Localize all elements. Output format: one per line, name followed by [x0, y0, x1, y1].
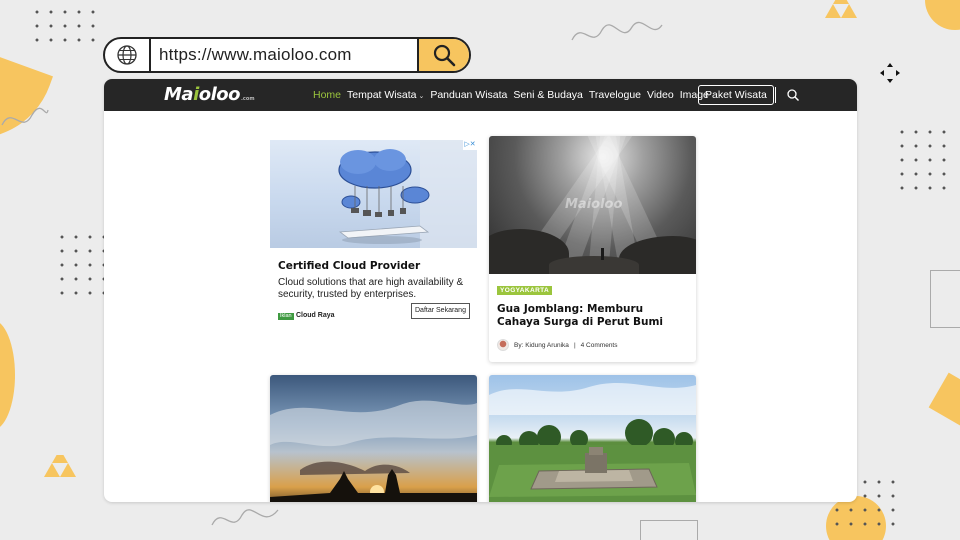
ad-banner[interactable]: ▷✕ Certified Cloud Provider Cloud soluti…: [270, 140, 477, 325]
nav-item-tempat-wisata[interactable]: Tempat Wisata ⌄: [347, 89, 424, 101]
ad-image[interactable]: ▷✕: [270, 140, 477, 248]
nav-item-seni-budaya[interactable]: Seni & Budaya: [513, 89, 582, 101]
browser-window: Maioloo.com Home Tempat Wisata ⌄ Panduan …: [104, 79, 857, 502]
decor-dots: [55, 230, 105, 300]
url-text[interactable]: https://www.maioloo.com: [151, 45, 417, 65]
search-icon: [433, 44, 456, 67]
main-menu: Home Tempat Wisata ⌄ Panduan Wisata Seni …: [313, 79, 709, 111]
article-title[interactable]: Gua Jomblang: Memburu Cahaya Surga di Pe…: [497, 303, 687, 329]
nav-item-video[interactable]: Video: [647, 89, 674, 101]
article-card[interactable]: [489, 375, 696, 502]
decor-squiggle: [1, 107, 49, 126]
article-image[interactable]: Maioloo: [489, 136, 696, 274]
decor-dots: [895, 125, 955, 190]
globe-icon: [105, 39, 151, 71]
ad-brand[interactable]: Cloud Raya: [296, 312, 335, 319]
category-badge[interactable]: YOGYAKARTA: [497, 286, 553, 295]
nav-item-travelogue[interactable]: Travelogue: [589, 89, 641, 101]
chevron-down-icon: ⌄: [418, 93, 425, 100]
decor-shape: [925, 0, 960, 30]
decor-shape: [0, 320, 15, 430]
article-card[interactable]: Maioloo YOGYAKARTA Gua Jomblang: Memburu…: [489, 136, 696, 362]
nav-search-icon[interactable]: [786, 88, 800, 102]
nav-item-home[interactable]: Home: [313, 89, 341, 101]
decor-triangles: [825, 0, 857, 18]
ad-description: Cloud solutions that are high availabili…: [278, 277, 464, 300]
decor-squiggle: [571, 21, 663, 41]
nav-item-panduan-wisata[interactable]: Panduan Wisata: [430, 89, 507, 101]
search-button[interactable]: [417, 39, 469, 71]
site-navbar: Maioloo.com Home Tempat Wisata ⌄ Panduan …: [104, 79, 857, 111]
address-bar[interactable]: https://www.maioloo.com: [103, 37, 471, 73]
decor-square: [640, 520, 698, 540]
move-arrows-icon: [880, 63, 900, 83]
ad-title[interactable]: Certified Cloud Provider: [278, 260, 477, 272]
ad-footer: Iklan Cloud Raya Daftar Sekarang: [278, 303, 477, 325]
decor-dots: [30, 5, 105, 50]
site-logo[interactable]: Maioloo.com: [164, 84, 255, 105]
article-meta: By: Kidung Arunika | 4 Comments: [497, 339, 696, 351]
decor-triangles: [44, 455, 76, 477]
ad-tag: Iklan: [278, 313, 294, 320]
article-image[interactable]: [489, 375, 696, 502]
author-name[interactable]: By: Kidung Arunika: [514, 342, 569, 349]
author-avatar[interactable]: [497, 339, 509, 351]
article-image[interactable]: [270, 375, 477, 502]
ad-choices-icon[interactable]: ▷✕: [463, 140, 477, 150]
meta-divider: |: [573, 341, 576, 349]
watermark: Maioloo: [565, 197, 623, 212]
decor-shape: [928, 372, 960, 428]
nav-divider: [775, 87, 776, 103]
paket-wisata-button[interactable]: Paket Wisata: [698, 85, 774, 105]
comment-count[interactable]: 4 Comments: [581, 342, 618, 349]
ad-cta-button[interactable]: Daftar Sekarang: [411, 303, 470, 319]
decor-squiggle: [211, 509, 279, 526]
article-card[interactable]: [270, 375, 477, 502]
decor-square: [930, 270, 960, 328]
